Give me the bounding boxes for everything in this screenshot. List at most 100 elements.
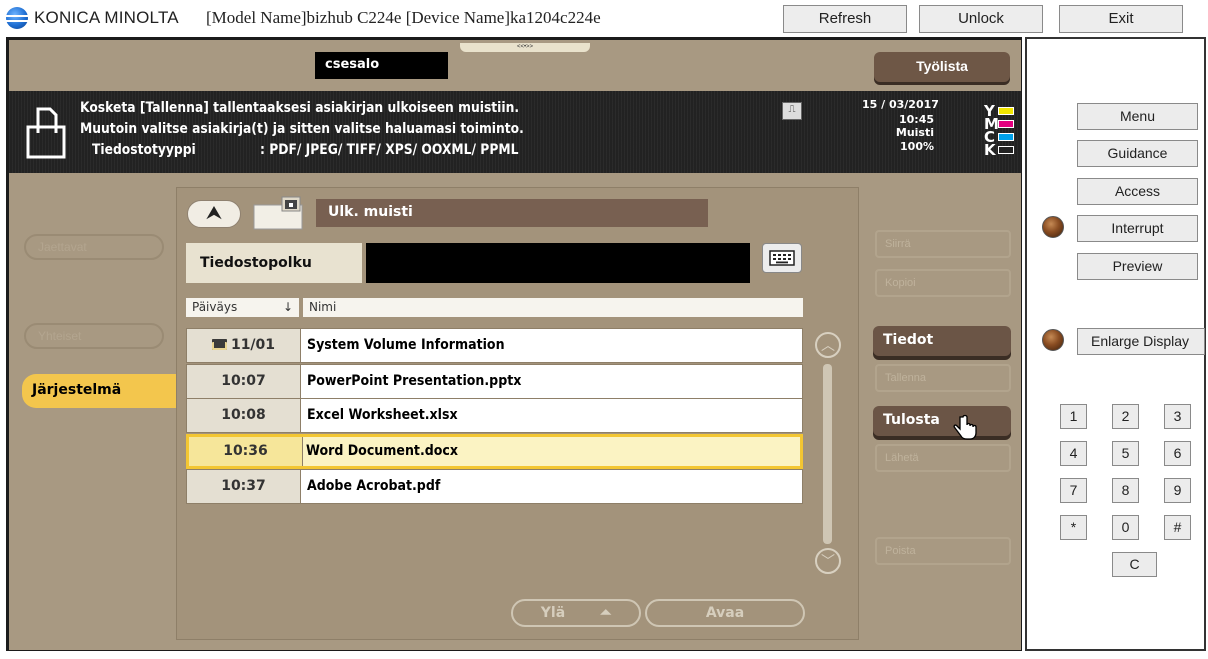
keyboard-icon [769,250,795,266]
preview-button[interactable]: Preview [1077,253,1198,280]
tab-system[interactable]: Järjestelmä [22,374,178,408]
info-message-line2: Muutoin valitse asiakirja(t) ja sitten v… [80,121,524,137]
keypad-key[interactable]: 3 [1164,404,1191,429]
keypad-key[interactable]: 2 [1112,404,1139,429]
folder-up-button[interactable]: ⮝ [187,200,241,228]
folder-icon [211,339,227,350]
usb-memory-icon: ⎍ [782,102,802,120]
keypad-key[interactable]: 1 [1060,404,1087,429]
current-location-title: Ulk. muisti [316,199,708,227]
guidance-button[interactable]: Guidance [1077,140,1198,167]
file-path-field[interactable] [366,243,750,283]
keyboard-button[interactable] [762,243,802,273]
keypad-key[interactable]: 5 [1112,441,1139,466]
file-name: Word Document.docx [306,443,459,459]
keypad-key[interactable]: * [1060,515,1087,540]
sort-descending-icon: ↓ [282,300,293,314]
send-button: Lähetä [875,444,1011,472]
menu-button[interactable]: Menu [1077,103,1198,130]
user-name: csesalo [315,52,448,79]
scroll-down-button[interactable]: ﹀ [815,548,841,574]
file-row[interactable]: 10:07 PowerPoint Presentation.pptx [186,364,803,399]
up-level-label: Ylä [540,605,566,621]
interrupt-led-icon [1042,216,1064,238]
toner-level-bar [998,107,1014,115]
file-date-text: 10:37 [221,478,266,494]
exit-button[interactable]: Exit [1059,5,1183,33]
scrollbar[interactable] [823,364,832,544]
unlock-button[interactable]: Unlock [919,5,1043,33]
clear-key[interactable]: C [1112,552,1157,577]
time-display: 10:45 [898,113,934,126]
hand-cursor-icon [953,414,977,440]
chevron-down-icon: ﹀ [821,553,835,569]
file-type-label: Tiedostotyyppi [92,142,196,158]
keypad-key[interactable]: 7 [1060,478,1087,503]
toner-letter-k: K [984,141,996,159]
file-path-label: Tiedostopolku [186,243,362,283]
info-message-line1: Kosketa [Tallenna] tallentaaksesi asiaki… [80,100,520,116]
file-date: 10:08 [187,399,301,432]
delete-button: Poista [875,537,1011,565]
keypad-key[interactable]: 0 [1112,515,1139,540]
memory-label: Muisti [895,126,934,139]
file-type-value: : PDF/ JPEG/ TIFF/ XPS/ OOXML/ PPML [260,142,519,158]
print-button[interactable]: Tulosta [873,406,1011,436]
up-arrow-icon: ⮝ [206,203,222,222]
enlarge-display-button[interactable]: Enlarge Display [1077,328,1205,355]
tab-public-boxes: Yhteiset [24,323,164,349]
up-level-button: Ylä ⏶ [511,599,641,627]
file-row[interactable]: 10:08 Excel Worksheet.xlsx [186,398,803,433]
external-memory-icon [253,196,303,230]
file-date: 11/01 [187,329,301,362]
open-button: Avaa [645,599,805,627]
file-date: 10:07 [187,365,301,398]
file-row[interactable]: 10:36 Word Document.docx [186,434,803,469]
file-name: System Volume Information [307,337,505,353]
sort-by-date-header[interactable]: Päiväys ↓ [186,298,299,317]
file-date-text: 11/01 [230,337,276,353]
interrupt-button[interactable]: Interrupt [1077,215,1198,242]
file-date: 10:37 [187,470,301,503]
file-name: PowerPoint Presentation.pptx [307,373,522,389]
scroll-up-button[interactable]: ︿ [815,332,841,358]
refresh-button[interactable]: Refresh [783,5,907,33]
file-row[interactable]: 11/01 System Volume Information [186,328,803,363]
double-up-arrow-icon: ⏶ [600,605,612,621]
file-date-text: 10:36 [223,443,268,459]
panel-handle[interactable]: <<•>> [460,43,590,52]
keypad-key[interactable]: 4 [1060,441,1087,466]
save-button: Tallenna [875,364,1011,392]
file-date-text: 10:07 [221,373,266,389]
memory-value: 100% [900,140,934,153]
job-list-button[interactable]: Työlista [874,52,1010,82]
keypad-key[interactable]: 9 [1164,478,1191,503]
date-display: 15 / 03/2017 [862,98,939,111]
keypad-key[interactable]: 8 [1112,478,1139,503]
document-box-icon [26,107,66,159]
move-button: Siirrä [875,230,1011,258]
toner-level-bar [998,133,1014,141]
file-row[interactable]: 10:37 Adobe Acrobat.pdf [186,469,803,504]
details-button[interactable]: Tiedot [873,326,1011,356]
toner-level-bar [998,120,1014,128]
brand-name: KONICA MINOLTA [34,8,179,27]
file-date: 10:36 [189,437,303,466]
file-date-text: 10:08 [221,407,266,423]
file-name: Adobe Acrobat.pdf [307,478,441,494]
title-bar: KONICA MINOLTA [Model Name]bizhub C224e … [0,0,1208,37]
date-column-label: Päiväys [192,300,238,314]
konica-minolta-logo-icon [6,7,28,29]
access-button[interactable]: Access [1077,178,1198,205]
enlarge-led-icon [1042,329,1064,351]
copy-button: Kopioi [875,269,1011,297]
name-column-header[interactable]: Nimi [303,298,803,317]
model-device-info: [Model Name]bizhub C224e [Device Name]ka… [206,8,601,27]
keypad-key[interactable]: 6 [1164,441,1191,466]
file-name: Excel Worksheet.xlsx [307,407,458,423]
toner-level-bar [998,146,1014,154]
print-label: Tulosta [883,412,940,428]
chevron-up-icon: ︿ [821,337,835,353]
keypad-key[interactable]: # [1164,515,1191,540]
tab-shared-boxes: Jaettavat [24,234,164,260]
